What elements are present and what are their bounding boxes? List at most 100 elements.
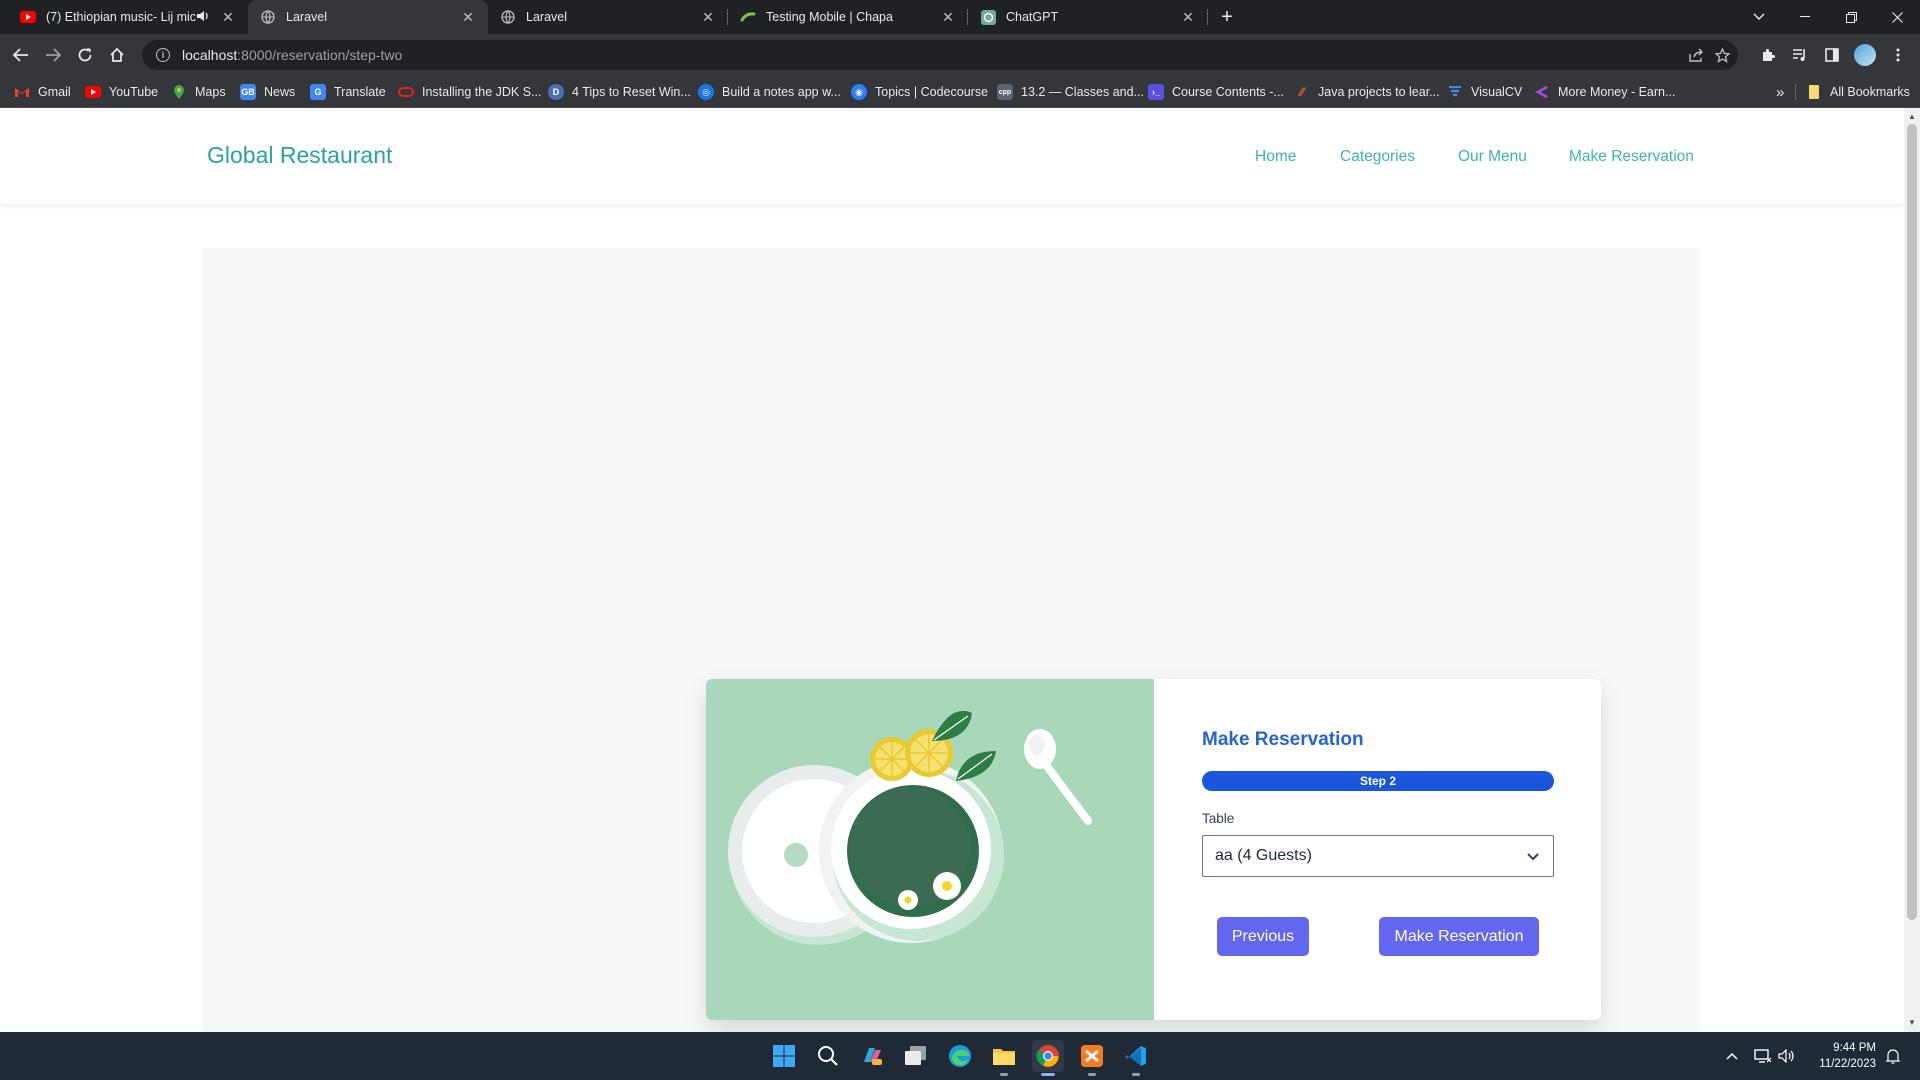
start-icon[interactable] <box>768 1040 800 1072</box>
copilot-icon[interactable] <box>856 1040 888 1072</box>
bookmark-translate[interactable]: G Translate <box>310 76 386 108</box>
bookmark-notes-app[interactable]: ◎ Build a notes app w... <box>698 76 841 108</box>
bookmark-news[interactable]: GB News <box>240 76 295 108</box>
reservation-form: Make Reservation Step 2 Table aa (4 Gues… <box>1154 679 1601 1020</box>
youtube-icon <box>85 84 101 100</box>
scroll-thumb[interactable] <box>1907 124 1917 920</box>
scroll-down-icon[interactable]: ▼ <box>1904 1018 1920 1028</box>
nav-our-menu[interactable]: Our Menu <box>1458 148 1527 166</box>
bookmark-label: 4 Tips to Reset Win... <box>572 85 691 99</box>
tab-title: ChatGPT <box>1006 10 1059 24</box>
bookmark-label: Course Contents -... <box>1172 85 1284 99</box>
bookmark-label: Translate <box>334 85 386 99</box>
search-icon[interactable] <box>812 1040 844 1072</box>
tab-laravel-active[interactable]: Laravel ✕ <box>248 0 488 34</box>
bookmarks-overflow-button[interactable]: » <box>1776 76 1784 108</box>
bookmark-cpp[interactable]: cpp 13.2 — Classes and... <box>997 76 1144 108</box>
bookmark-star-icon[interactable] <box>1708 40 1736 70</box>
bookmark-youtube[interactable]: YouTube <box>85 76 158 108</box>
system-clock[interactable]: 9:44 PM 11/22/2023 <box>1804 1040 1876 1072</box>
new-tab-button[interactable]: + <box>1214 4 1240 30</box>
profile-avatar[interactable] <box>1851 41 1879 69</box>
nav-home[interactable]: Home <box>1255 148 1296 166</box>
bookmark-course-contents[interactable]: ›_ Course Contents -... <box>1148 76 1284 108</box>
media-controls-icon[interactable] <box>1786 41 1814 69</box>
java-icon: ⁄⁄ <box>1299 85 1304 99</box>
oracle-icon <box>398 84 414 100</box>
table-select-value: aa (4 Guests) <box>1215 847 1312 864</box>
chevron-up-icon[interactable] <box>1722 1032 1742 1080</box>
running-indicator <box>1041 1073 1055 1076</box>
close-window-icon[interactable] <box>1874 0 1920 34</box>
close-tab-icon[interactable]: ✕ <box>700 9 716 26</box>
speaker-icon[interactable] <box>196 10 212 25</box>
bookmark-reset-windows[interactable]: D 4 Tips to Reset Win... <box>548 76 691 108</box>
site-brand[interactable]: Global Restaurant <box>207 142 392 169</box>
tab-search-icon[interactable] <box>1736 0 1782 34</box>
table-select[interactable]: aa (4 Guests) <box>1202 835 1554 877</box>
bookmark-label: YouTube <box>109 85 159 99</box>
reload-icon[interactable] <box>71 41 99 69</box>
bookmark-label: 13.2 — Classes and... <box>1021 85 1144 99</box>
youtube-icon <box>20 9 36 25</box>
edge-icon[interactable] <box>944 1040 976 1072</box>
bookmark-gmail[interactable]: Gmail <box>14 76 71 108</box>
tab-chapa[interactable]: Testing Mobile | Chapa ✕ <box>728 0 968 34</box>
tab-youtube[interactable]: (7) Ethiopian music- Lij mic ✕ <box>8 0 248 34</box>
menu-icon[interactable] <box>1884 41 1912 69</box>
forward-icon[interactable] <box>39 41 67 69</box>
volume-icon[interactable] <box>1776 1032 1798 1080</box>
bookmark-label: Installing the JDK S... <box>422 85 542 99</box>
running-indicator <box>1000 1073 1008 1076</box>
chrome-icon[interactable] <box>1032 1040 1064 1076</box>
notification-bell-icon[interactable] <box>1882 1032 1904 1080</box>
bookmark-codecourse[interactable]: ◉ Topics | Codecourse <box>851 76 988 108</box>
minimize-icon[interactable] <box>1782 0 1828 34</box>
nav-categories[interactable]: Categories <box>1340 148 1415 166</box>
bookmark-label: Gmail <box>38 85 71 99</box>
scroll-up-icon[interactable]: ▲ <box>1904 112 1920 122</box>
bookmark-maps[interactable]: Maps <box>171 76 226 108</box>
make-reservation-button[interactable]: Make Reservation <box>1379 917 1539 956</box>
maps-icon <box>171 84 187 100</box>
close-tab-icon[interactable]: ✕ <box>460 9 476 26</box>
extensions-icon[interactable] <box>1754 41 1782 69</box>
bookmark-label: More Money - Earn... <box>1558 85 1676 99</box>
tab-separator <box>1207 9 1208 25</box>
xampp-icon[interactable] <box>1076 1040 1108 1076</box>
address-bar[interactable]: i localhost:8000/reservation/step-two <box>142 40 1738 70</box>
back-icon[interactable] <box>7 41 35 69</box>
page-scrollbar[interactable]: ▲ ▼ <box>1904 108 1920 1032</box>
task-view-icon[interactable] <box>900 1040 932 1072</box>
visualcv-icon <box>1447 84 1463 100</box>
restore-icon[interactable] <box>1828 0 1874 34</box>
chatgpt-icon <box>980 9 996 25</box>
site-info-icon[interactable]: i <box>156 48 170 62</box>
tab-laravel[interactable]: Laravel ✕ <box>488 0 728 34</box>
bookmark-java-projects[interactable]: ⁄⁄ Java projects to lear... <box>1294 76 1440 108</box>
share-icon[interactable] <box>1682 40 1710 70</box>
close-tab-icon[interactable]: ✕ <box>1180 9 1196 26</box>
clock-date: 11/22/2023 <box>1819 1058 1876 1070</box>
translate-icon: G <box>310 84 326 100</box>
side-panel-icon[interactable] <box>1818 41 1846 69</box>
all-bookmarks-button[interactable]: All Bookmarks <box>1806 76 1910 108</box>
nav-make-reservation[interactable]: Make Reservation <box>1569 148 1694 166</box>
chapa-icon <box>740 9 756 25</box>
chevron-down-icon <box>1523 846 1543 866</box>
bookmark-oracle[interactable]: Installing the JDK S... <box>398 76 542 108</box>
close-tab-icon[interactable]: ✕ <box>940 9 956 26</box>
browser-window: (7) Ethiopian music- Lij mic ✕ Laravel ✕… <box>0 0 1920 1080</box>
main-content: Make Reservation Step 2 Table aa (4 Gues… <box>203 248 1700 1032</box>
tab-title: Testing Mobile | Chapa <box>766 10 893 24</box>
tab-chatgpt[interactable]: ChatGPT ✕ <box>968 0 1208 34</box>
vscode-icon[interactable] <box>1120 1040 1152 1076</box>
close-tab-icon[interactable]: ✕ <box>220 9 236 26</box>
bookmark-visualcv[interactable]: VisualCV <box>1447 76 1522 108</box>
previous-button[interactable]: Previous <box>1217 917 1309 956</box>
bookmark-more-money[interactable]: More Money - Earn... <box>1534 76 1675 108</box>
network-icon[interactable] <box>1752 1032 1774 1080</box>
file-explorer-icon[interactable] <box>988 1040 1020 1076</box>
home-icon[interactable] <box>103 41 131 69</box>
bookmarks-bar: Gmail YouTube Maps GB News G Translate Ins… <box>0 76 1920 108</box>
